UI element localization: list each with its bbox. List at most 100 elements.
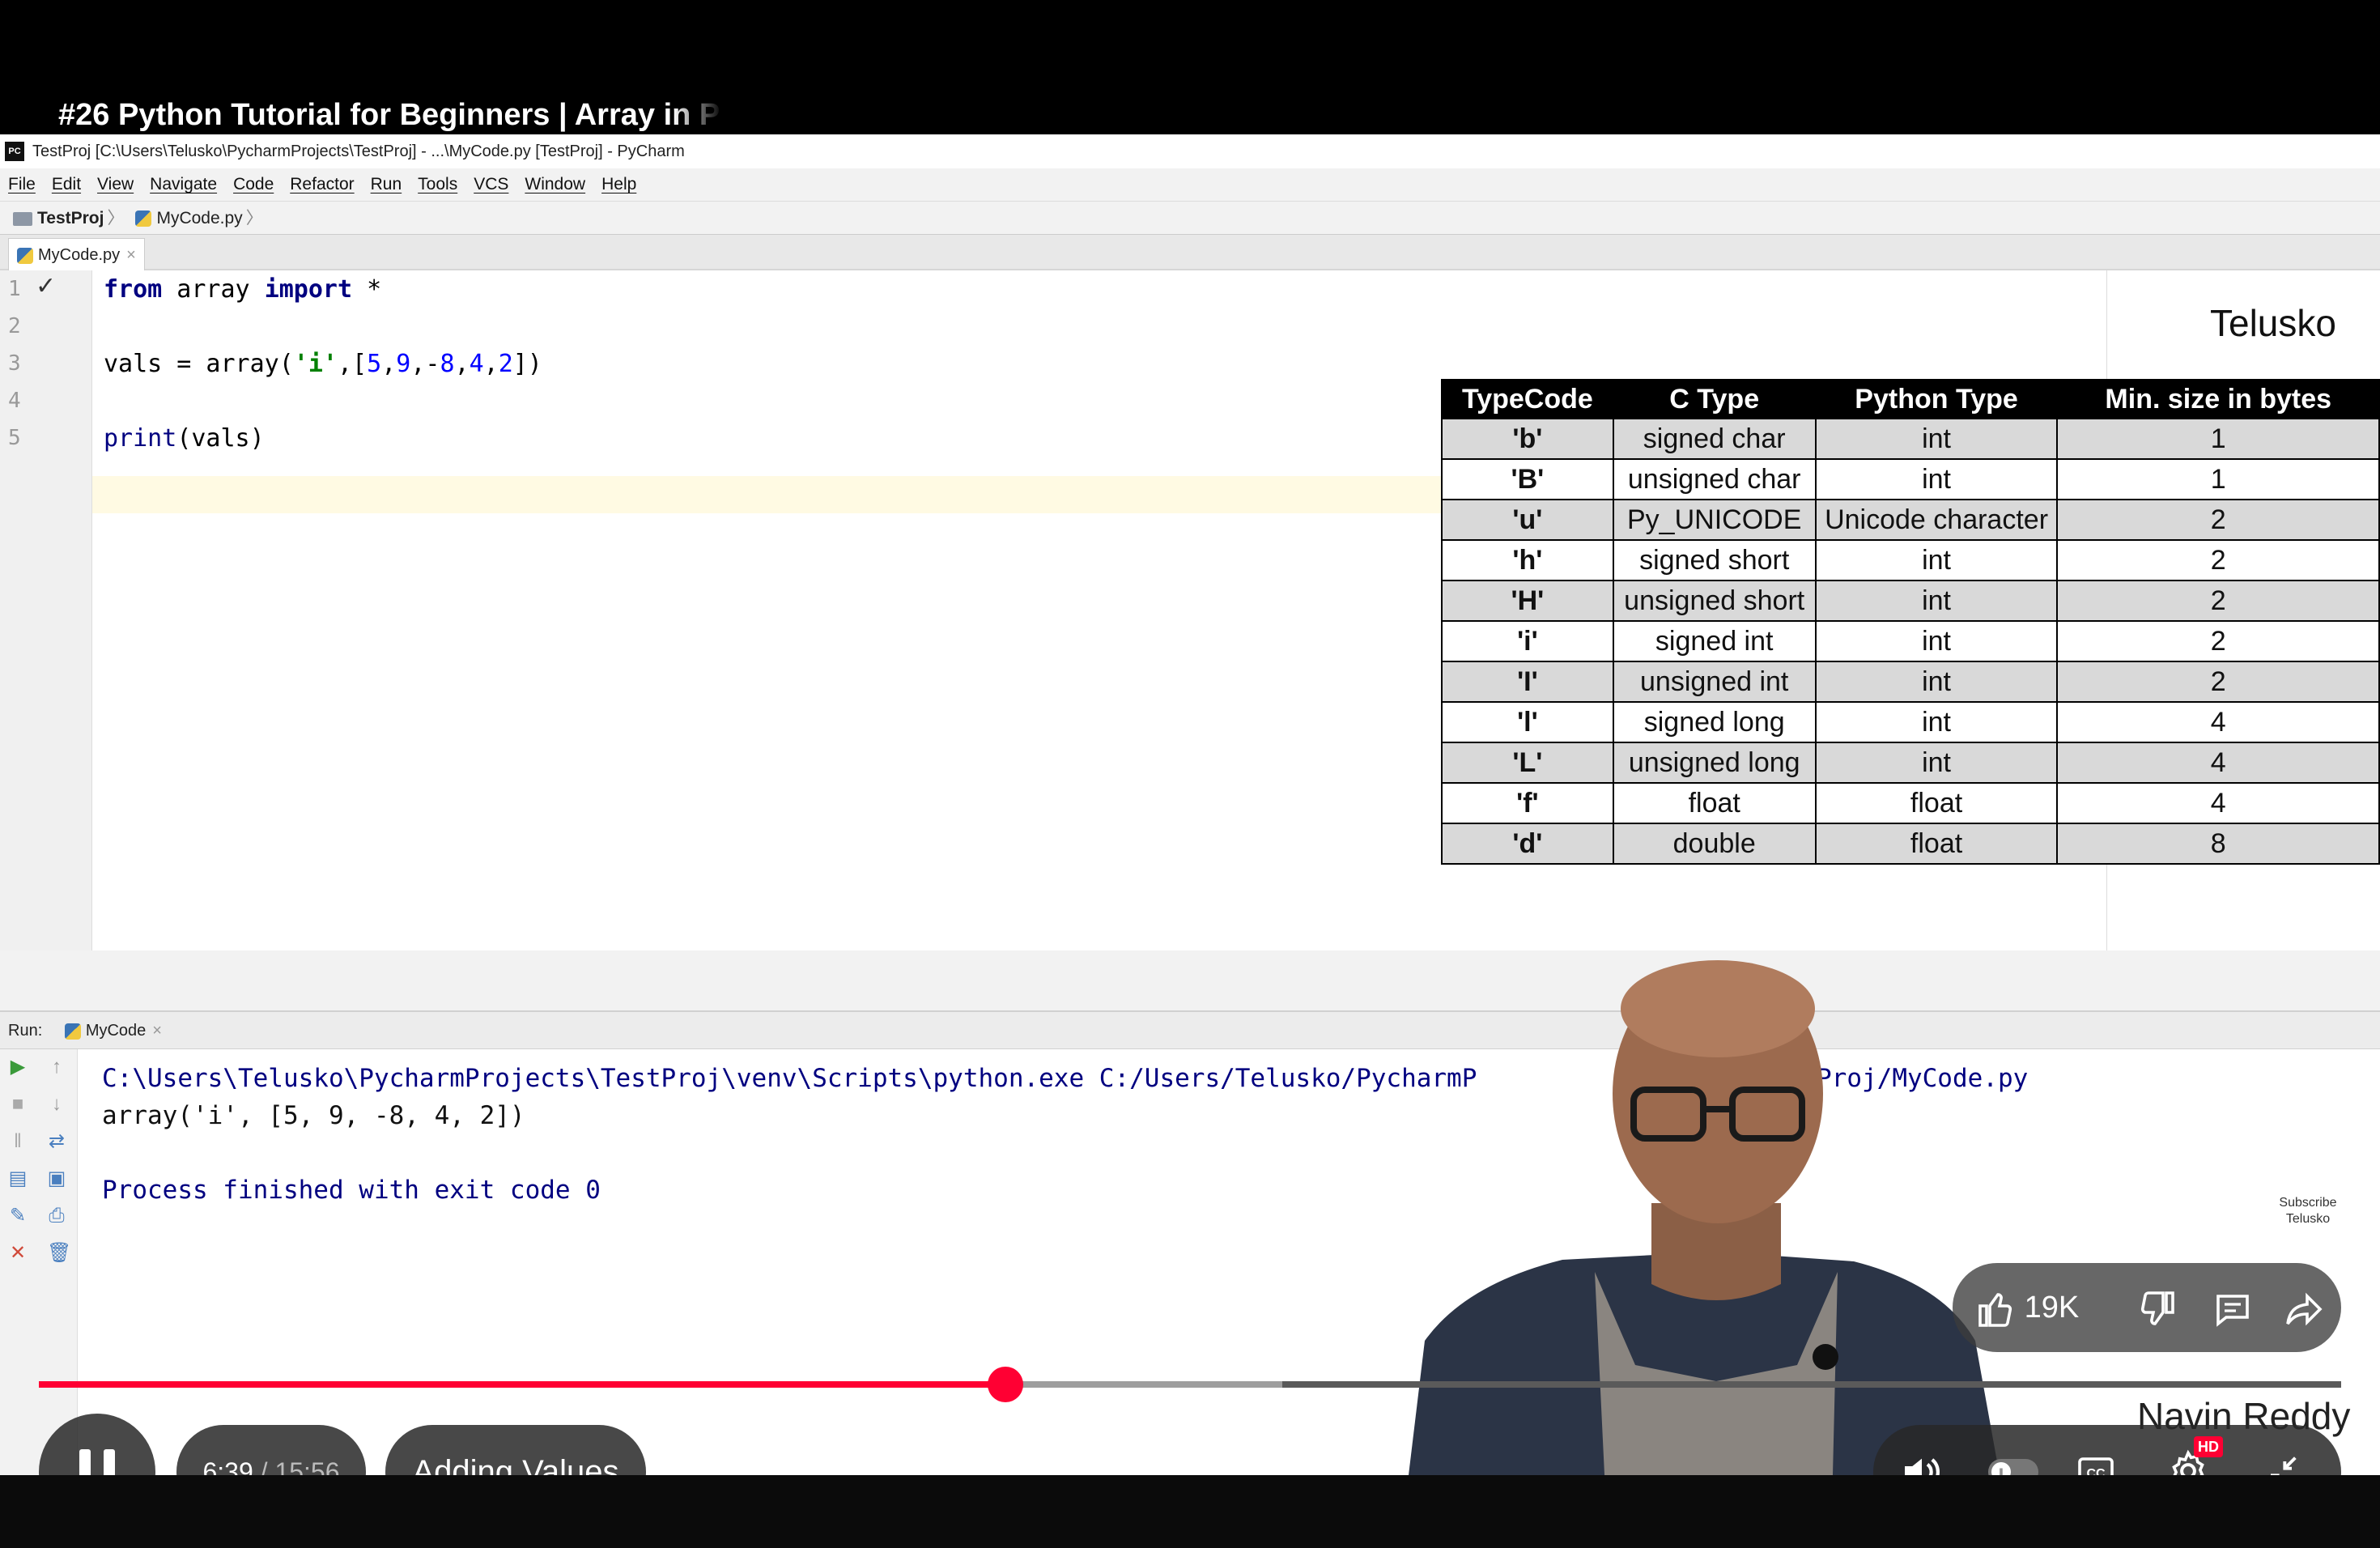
progress-played (39, 1381, 1006, 1388)
dislike-button[interactable] (2137, 1263, 2176, 1352)
table-cell: int (1814, 701, 2059, 743)
menu-navigate[interactable]: Navigate (150, 168, 217, 201)
menu-code[interactable]: Code (233, 168, 274, 201)
menu-edit[interactable]: Edit (52, 168, 81, 201)
menu-window[interactable]: Window (525, 168, 585, 201)
pin-icon[interactable]: ✎ (8, 1206, 28, 1226)
progress-bar[interactable] (39, 1381, 2341, 1388)
table-row: 'B' unsigned char int 1 (1441, 458, 2380, 500)
share-button[interactable] (2284, 1263, 2323, 1352)
menu-refactor[interactable]: Refactor (290, 168, 354, 201)
table-cell: 'B' (1441, 458, 1614, 500)
python-file-icon (64, 1023, 81, 1040)
table-cell: 'f' (1441, 782, 1614, 824)
table-row: 'l' signed long int 4 (1441, 701, 2380, 743)
table-cell: 1 (2056, 418, 2380, 460)
video-title-text: #26 Python Tutorial for Beginners | Arra… (58, 98, 720, 132)
run-tab-label[interactable]: MyCode (86, 1022, 146, 1040)
breadcrumb-project[interactable]: TestProj (37, 209, 104, 228)
python-file-icon (17, 247, 33, 264)
table-cell: int (1814, 742, 2059, 784)
table-cell: 4 (2056, 742, 2380, 784)
captions-icon[interactable]: CC (2076, 1452, 2116, 1475)
table-header: C Type (1612, 379, 1817, 419)
table-cell: int (1814, 539, 2059, 581)
table-row: 'H' unsigned short int 2 (1441, 580, 2380, 622)
table-cell: int (1814, 580, 2059, 622)
code-token: ]) (512, 350, 542, 378)
pause-button[interactable] (39, 1414, 155, 1475)
video-actions: 19K (1953, 1263, 2341, 1352)
line-number: 2 (8, 314, 21, 338)
menu-help[interactable]: Help (601, 168, 636, 201)
video-title[interactable]: #26 Python Tutorial for Beginners | Arra… (58, 94, 722, 136)
table-cell: 'L' (1441, 742, 1614, 784)
autoplay-toggle[interactable]: ‖ (1988, 1459, 2038, 1475)
menu-file[interactable]: File (8, 168, 36, 201)
table-cell: unsigned int (1612, 661, 1817, 703)
menu-view[interactable]: View (97, 168, 134, 201)
comments-button[interactable] (2213, 1263, 2252, 1352)
run-tab-close-icon[interactable]: × (152, 1022, 162, 1040)
pycharm-logo-icon: PC (5, 142, 24, 161)
code-token: , (454, 350, 470, 378)
tab-mycode[interactable]: MyCode.py × (8, 238, 145, 270)
code-token: array (162, 275, 265, 304)
table-cell: unsigned char (1612, 458, 1817, 500)
scroll-up-icon[interactable]: ↑ (47, 1057, 66, 1077)
stop-icon[interactable]: ■ (8, 1095, 28, 1114)
menu-run[interactable]: Run (371, 168, 402, 201)
table-cell: 'I' (1441, 661, 1614, 703)
table-cell: 'i' (1441, 620, 1614, 662)
table-row: 'I' unsigned int int 2 (1441, 661, 2380, 703)
pause-icon[interactable]: ‖ (8, 1132, 28, 1151)
trash-icon[interactable]: 🗑 (47, 1244, 71, 1263)
progress-buffered (1005, 1381, 1282, 1388)
code-token: , (381, 350, 397, 378)
like-button[interactable]: 19K (1977, 1263, 2079, 1352)
code-line-1[interactable]: from array import * (104, 275, 381, 304)
layout-icon[interactable]: ▤ (8, 1169, 28, 1189)
breadcrumb-file[interactable]: MyCode.py (156, 209, 242, 228)
table-cell: 'b' (1441, 418, 1614, 460)
tab-label: MyCode.py (38, 246, 121, 264)
settings-icon[interactable]: ▣ (47, 1169, 66, 1189)
channel-watermark: Telusko (2210, 302, 2336, 344)
checkmark-icon: ✓ (36, 273, 57, 300)
code-line-5[interactable]: print(vals) (104, 424, 265, 453)
menu-tools[interactable]: Tools (418, 168, 457, 201)
video-frame[interactable]: PC TestProj [C:\Users\Telusko\PycharmPro… (0, 134, 2380, 1475)
code-line-3[interactable]: vals = array('i',[5,9,-8,4,2]) (104, 350, 542, 378)
table-cell: signed long (1612, 701, 1817, 743)
subscribe-badge[interactable]: Subscribe Telusko (2275, 1179, 2341, 1245)
table-header-row: TypeCode C Type Python Type Min. size in… (1441, 379, 2380, 419)
breadcrumb-separator: 〉 (107, 209, 125, 228)
pycharm-titlebar: PC TestProj [C:\Users\Telusko\PycharmPro… (0, 134, 2380, 168)
table-cell: 'u' (1441, 499, 1614, 541)
table-cell: 'h' (1441, 539, 1614, 581)
string-literal: 'i' (293, 350, 338, 378)
table-cell: 4 (2056, 701, 2380, 743)
presenter-image (1409, 960, 2000, 1475)
scroll-down-icon[interactable]: ↓ (47, 1095, 66, 1114)
code-token: ,- (410, 350, 440, 378)
line-number: 3 (8, 351, 21, 376)
menu-vcs[interactable]: VCS (474, 168, 508, 201)
table-cell: 2 (2056, 580, 2380, 622)
soft-wrap-icon[interactable]: ⇄ (47, 1132, 66, 1151)
volume-icon[interactable] (1899, 1449, 1944, 1475)
number-literal: 4 (469, 350, 484, 378)
keyword-import: import (264, 275, 353, 304)
print-icon[interactable]: ⎙ (47, 1206, 66, 1226)
exit-fullscreen-icon[interactable] (2260, 1451, 2302, 1475)
chapter-button[interactable]: Adding Values (385, 1425, 646, 1475)
close-icon[interactable]: ✕ (8, 1244, 28, 1263)
rerun-icon[interactable]: ▶ (8, 1057, 28, 1077)
table-cell: Unicode character (1814, 499, 2059, 541)
console-output: array('i', [5, 9, -8, 4, 2]) (102, 1101, 525, 1130)
duration: 15:56 (274, 1457, 340, 1475)
pycharm-menubar: File Edit View Navigate Code Refactor Run Tools… (0, 168, 2380, 201)
tab-close-icon[interactable]: × (126, 246, 136, 264)
python-file-icon (135, 211, 152, 228)
table-cell: unsigned short (1612, 580, 1817, 622)
